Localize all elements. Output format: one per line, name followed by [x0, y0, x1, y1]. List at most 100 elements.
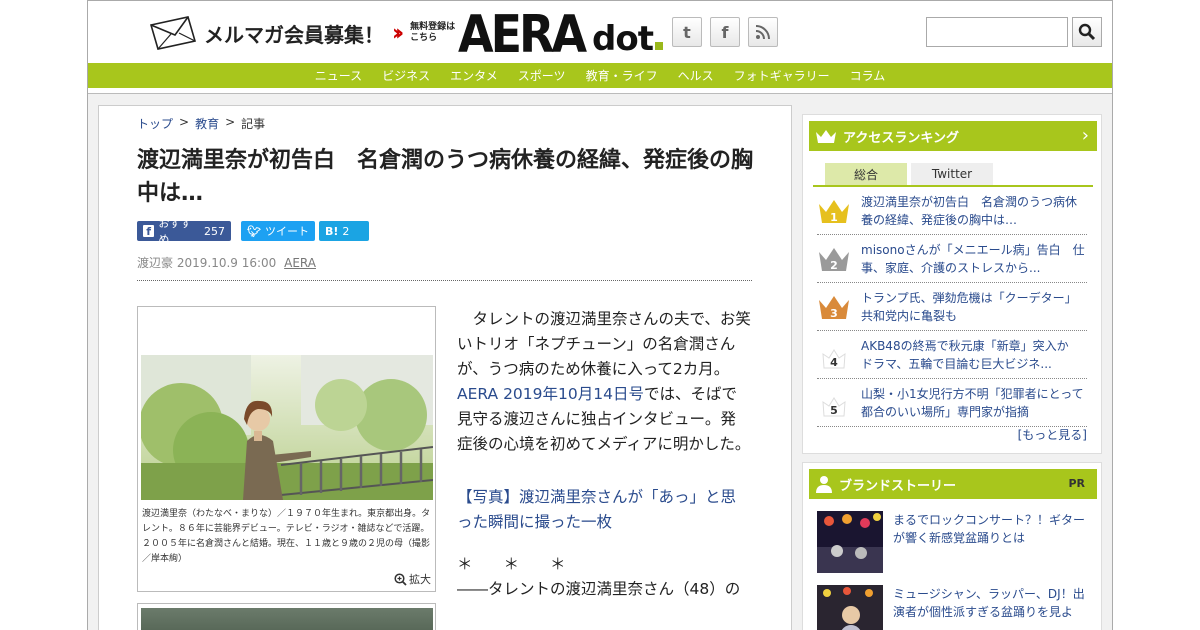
ranking-item-title: 山梨・小1女児行方不明「犯罪者にとって都合のいい場所」専門家が指摘 — [861, 386, 1084, 419]
free-reg-line2: こちら — [410, 33, 438, 43]
article-photo[interactable] — [141, 355, 433, 500]
nav-item-health[interactable]: ヘルス — [678, 67, 714, 84]
breadcrumb-current: 記事 — [241, 117, 266, 131]
nav-item-sports[interactable]: スポーツ — [518, 67, 566, 84]
issue-link[interactable]: AERA 2019年10月14日号 — [457, 385, 644, 403]
author: 渡辺豪 — [137, 256, 174, 270]
chevron-right-icon: › — [1081, 125, 1089, 146]
logo-green-dot — [655, 42, 663, 50]
person-icon — [816, 476, 832, 493]
newsletter-banner[interactable]: メルマガ会員募集！ ›› 無料登録は こちら — [148, 15, 455, 51]
facebook-icon: f — [143, 225, 155, 238]
article-title: 渡辺満里奈が初告白 名倉潤のうつ病休養の経緯、発症後の胸中は… — [137, 148, 754, 206]
rank-number: 5 — [830, 404, 838, 417]
photo-caption: 渡辺満里奈（わたなべ・まりな）／１９７０年生まれ。東京都出身。タレント。８６年に… — [142, 509, 431, 564]
newsletter-text: メルマガ会員募集！ — [204, 22, 384, 47]
free-reg-line1: 無料登録は — [410, 22, 456, 32]
photo-link[interactable]: 【写真】渡辺満里奈さんが「あっ」と思った瞬間に撮った一枚 — [457, 485, 751, 535]
nav-item-business[interactable]: ビジネス — [382, 67, 430, 84]
access-ranking-title: アクセスランキング — [843, 130, 959, 146]
pr-badge: PR — [1068, 477, 1085, 490]
zoom-in-icon — [394, 572, 407, 586]
photo-card: 渡辺満里奈（わたなべ・まりな）／１９７０年生まれ。東京都出身。タレント。８６年に… — [137, 306, 436, 592]
brand-story-thumbnail — [817, 585, 883, 630]
rank-5-badge: 5 — [817, 388, 851, 418]
ranking-item[interactable]: 2 misonoさんが「メニエール病」告白 仕事、家庭、介護のストレスから... — [817, 235, 1087, 283]
tab-twitter[interactable]: Twitter — [911, 163, 993, 185]
ranking-item[interactable]: 1 渡辺満里奈が初告白 名倉潤のうつ病休養の経緯、発症後の胸中は… — [817, 187, 1087, 235]
byline: 渡辺豪 2019.10.9 16:00 AERA — [137, 254, 316, 271]
ranking-item-title: misonoさんが「メニエール病」告白 仕事、家庭、介護のストレスから... — [861, 242, 1085, 275]
breadcrumb: トップ > 教育 > 記事 — [137, 115, 265, 132]
publication-link[interactable]: AERA — [284, 256, 316, 270]
paragraph-1-text-a: タレントの渡辺満里奈さんの夫で、お笑いトリオ「ネプチューン」の名倉潤さんが、うつ… — [457, 310, 751, 378]
ranking-item-title: AKB48の終焉で秋元康「新章」突入か ドラマ、五輪で目論む巨大ビジネ... — [861, 338, 1081, 371]
ranking-item-title: 渡辺満里奈が初告白 名倉潤のうつ病休養の経緯、発症後の胸中は… — [861, 194, 1078, 227]
tweet-button[interactable]: 🐦︎ ツイート — [241, 221, 315, 241]
ranking-list: 1 渡辺満里奈が初告白 名倉潤のうつ病休養の経緯、発症後の胸中は… 2 miso… — [817, 187, 1087, 427]
twitter-bird-icon: 🐦︎ — [247, 224, 261, 238]
rank-number: 2 — [830, 259, 838, 272]
article-panel: トップ > 教育 > 記事 渡辺満里奈が初告白 名倉潤のうつ病休養の経緯、発症後の胸… — [98, 105, 792, 630]
ranking-item[interactable]: 3 トランプ氏、弾劾危機は「クーデター」 共和党内に亀裂も — [817, 283, 1087, 331]
interview-lead: ――タレントの渡辺満里奈さん（48）の — [457, 580, 741, 598]
dotted-divider — [137, 280, 752, 281]
brand-story-header: ブランドストーリー PR — [809, 469, 1097, 499]
facebook-recommend-label: おすすめ — [158, 217, 192, 246]
rank-number: 3 — [830, 307, 838, 320]
nav-item-column[interactable]: コラム — [850, 67, 886, 84]
brand-story-box: ブランドストーリー PR まるでロックコンサート？！ギターが響く新感覚盆踊りとは… — [802, 462, 1102, 630]
access-ranking-header[interactable]: アクセスランキング › — [809, 121, 1097, 151]
site-logo[interactable]: AERA dot — [458, 3, 663, 65]
logo-aera: AERA — [458, 3, 587, 65]
nav-item-photo-gallery[interactable]: フォトギャラリー — [734, 67, 830, 84]
ranking-item[interactable]: 4 AKB48の終焉で秋元康「新章」突入か ドラマ、五輪で目論む巨大ビジネ... — [817, 331, 1087, 379]
social-links: t f — [672, 17, 778, 47]
nav-item-news[interactable]: ニュース — [315, 67, 362, 84]
gold-crown-icon: 1 — [817, 196, 851, 226]
hatena-label: B! — [325, 224, 339, 238]
second-article-photo[interactable] — [141, 608, 433, 630]
see-more-link[interactable]: [もっと見る] — [1018, 426, 1087, 443]
twitter-icon[interactable]: t — [672, 17, 702, 47]
publish-date: 2019.10.9 16:00 — [176, 256, 277, 270]
breadcrumb-separator: > — [225, 115, 236, 129]
silver-crown-icon: 2 — [817, 244, 851, 274]
brand-story-title-text: まるでロックコンサート？！ギターが響く新感覚盆踊りとは — [893, 513, 1086, 545]
brand-story-item[interactable]: ミュージシャン、ラッパー、DJ！出演者が個性派すぎる盆踊りを見よ — [817, 585, 1093, 630]
share-buttons: f おすすめ 257 🐦︎ ツイート B! 2 — [137, 217, 369, 246]
ranking-tabs: 総合 Twitter — [825, 163, 993, 185]
breadcrumb-category[interactable]: 教育 — [195, 115, 219, 132]
breadcrumb-home[interactable]: トップ — [137, 115, 173, 132]
search-input[interactable] — [926, 17, 1068, 47]
search-button[interactable] — [1072, 17, 1102, 47]
nav-item-entertainment[interactable]: エンタメ — [450, 67, 498, 84]
tweet-label: ツイート — [264, 225, 309, 238]
breadcrumb-separator: > — [179, 115, 190, 129]
zoom-label: 拡大 — [409, 573, 431, 586]
double-chevron-icon: ›› — [392, 20, 404, 46]
second-photo-card — [137, 603, 436, 630]
rank-4-badge: 4 — [817, 340, 851, 370]
free-registration-label: 無料登録は こちら — [410, 22, 455, 44]
crown-icon — [816, 130, 836, 143]
hatena-bookmark-button[interactable]: B! 2 — [319, 221, 369, 241]
facebook-icon[interactable]: f — [710, 17, 740, 47]
global-nav: ニュース ビジネス エンタメ スポーツ 教育・ライフ ヘルス フォトギャラリー … — [88, 63, 1112, 88]
facebook-recommend-button[interactable]: f おすすめ 257 — [137, 217, 231, 246]
nav-item-education-life[interactable]: 教育・ライフ — [586, 67, 658, 84]
brand-story-title: ブランドストーリー — [839, 478, 957, 494]
logo-dot: dot — [592, 19, 654, 59]
envelope-icon — [149, 16, 197, 50]
paragraph-1: タレントの渡辺満里奈さんの夫で、お笑いトリオ「ネプチューン」の名倉潤さんが、うつ… — [457, 307, 751, 457]
zoom-button[interactable]: 拡大 — [394, 571, 431, 587]
site-header: メルマガ会員募集！ ›› 無料登録は こちら AERA dot t f — [88, 1, 1112, 65]
brand-story-item[interactable]: まるでロックコンサート？！ギターが響く新感覚盆踊りとは — [817, 511, 1093, 573]
search-icon — [1078, 23, 1096, 41]
access-ranking-box: アクセスランキング › 総合 Twitter 1 渡辺満里奈が初告白 名倉潤のう… — [802, 114, 1102, 454]
rank-number: 4 — [830, 356, 838, 369]
tab-overall[interactable]: 総合 — [825, 163, 907, 185]
rank-number: 1 — [830, 211, 838, 224]
rss-icon[interactable] — [748, 17, 778, 47]
ranking-item[interactable]: 5 山梨・小1女児行方不明「犯罪者にとって都合のいい場所」専門家が指摘 — [817, 379, 1087, 427]
